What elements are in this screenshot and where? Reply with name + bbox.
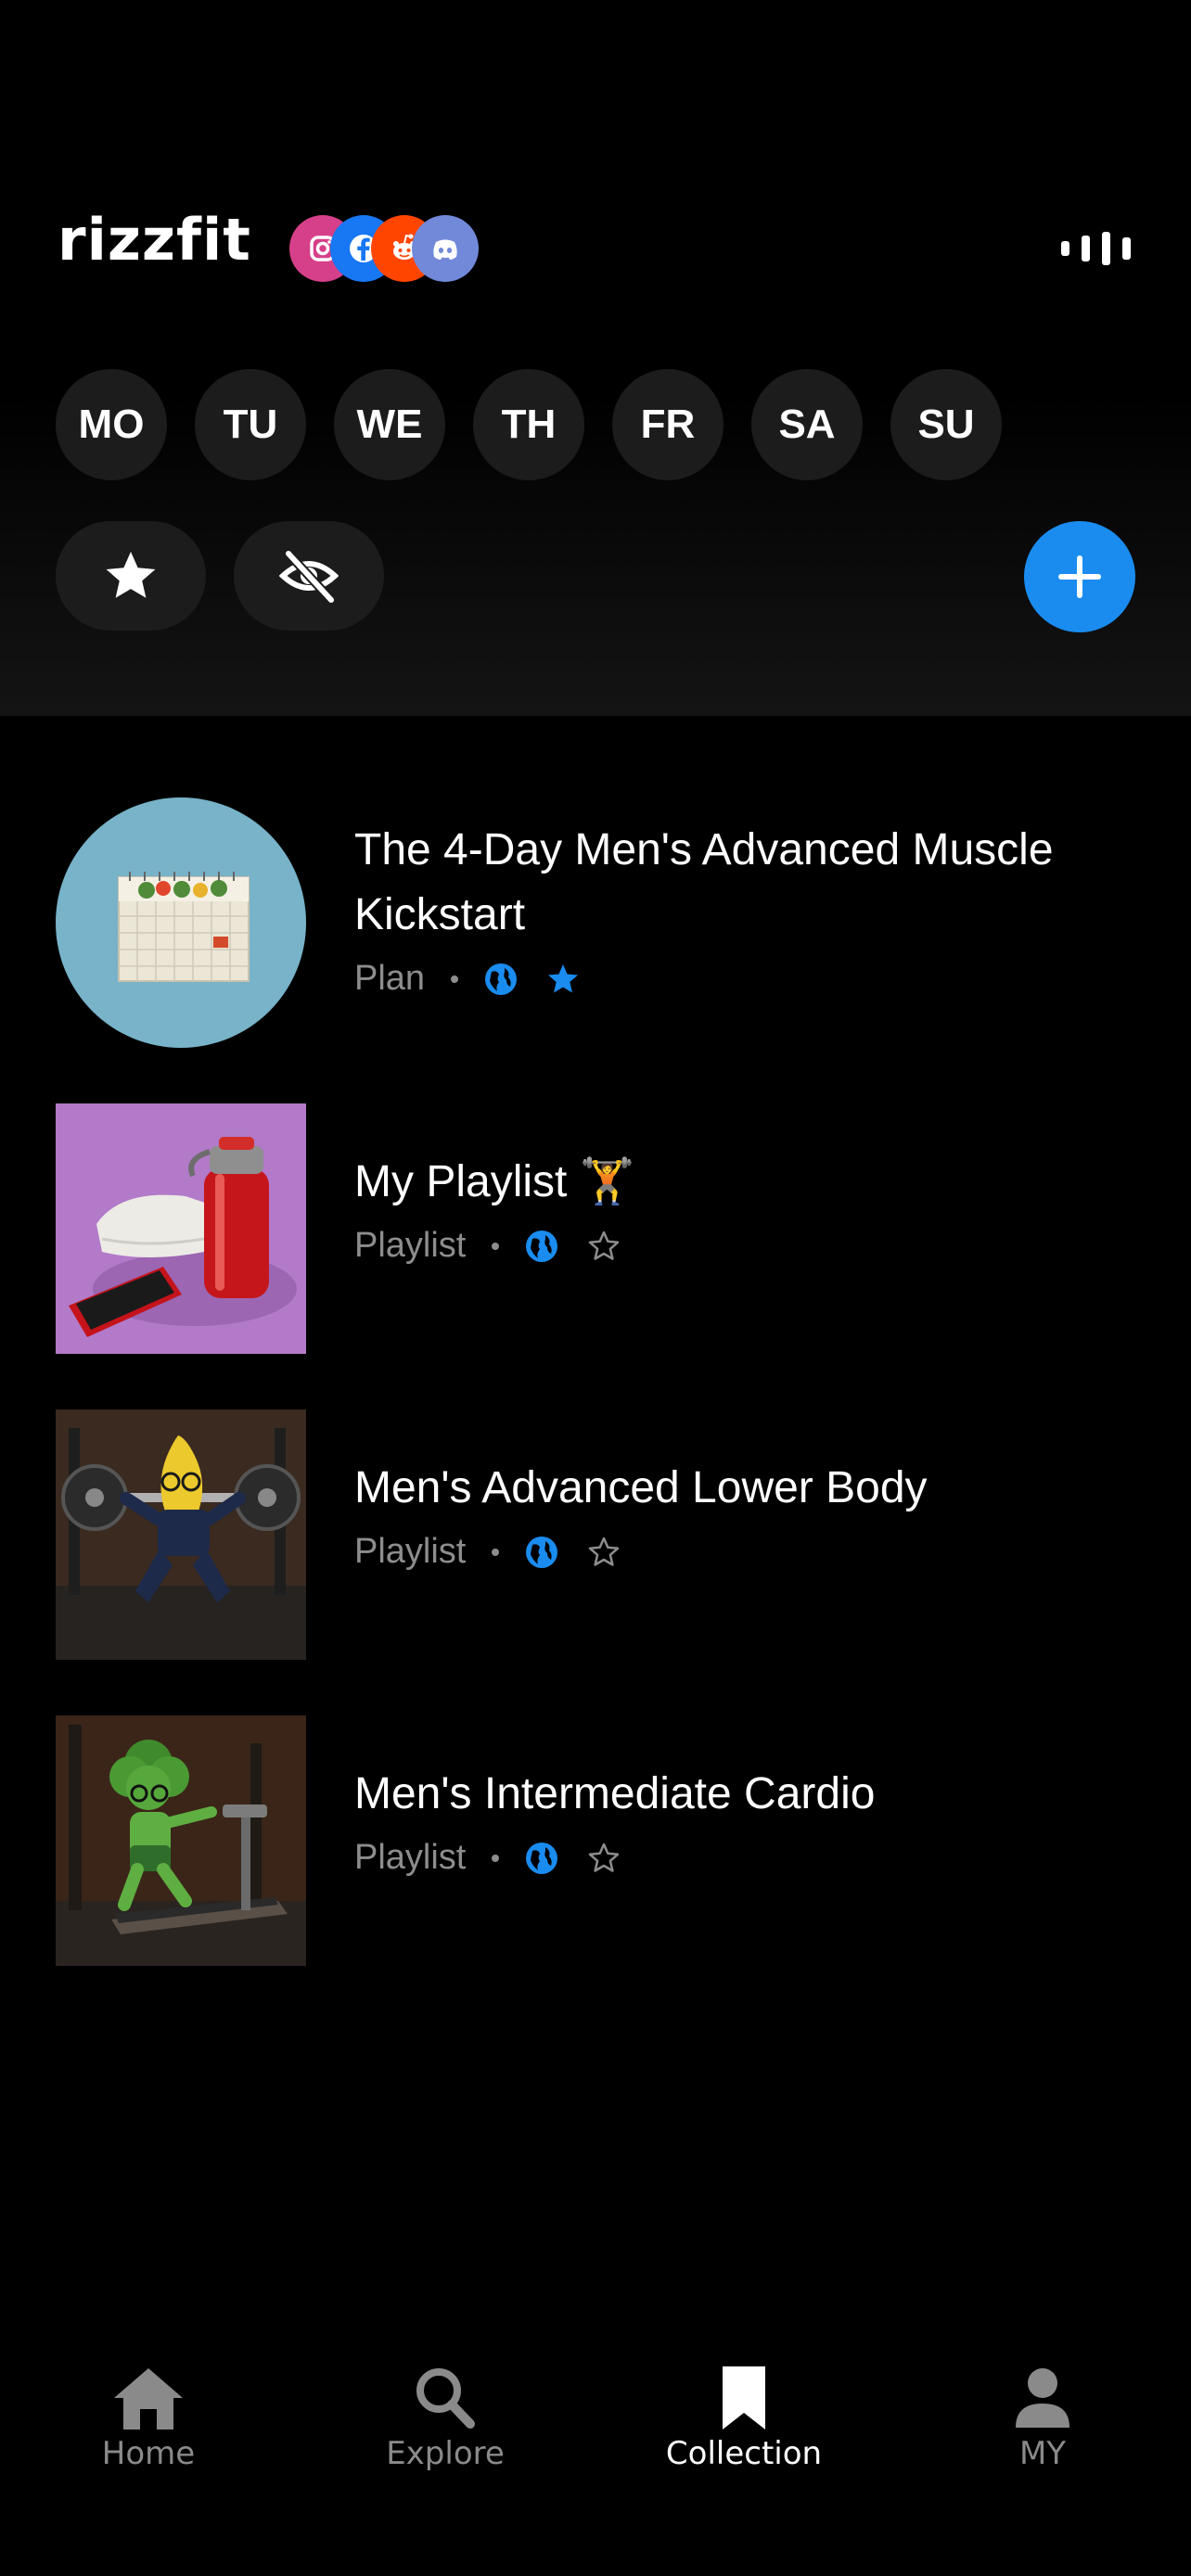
day-sa[interactable]: SA xyxy=(751,369,863,480)
item-title: Men's Intermediate Cardio xyxy=(354,1769,876,1818)
star-outline-icon[interactable] xyxy=(586,1535,621,1570)
separator-dot xyxy=(492,1548,500,1556)
globe-icon xyxy=(526,1842,558,1874)
list-item[interactable]: My Playlist 🏋️ Playlist xyxy=(0,1103,1191,1354)
item-title: The 4-Day Men's Advanced Muscle Kickstar… xyxy=(354,825,1054,939)
water-bottle-thumbnail xyxy=(56,1103,306,1354)
tab-home[interactable]: Home xyxy=(37,2365,260,2504)
tab-label: Explore xyxy=(386,2435,505,2472)
star-outline-icon[interactable] xyxy=(586,1229,621,1264)
day-we[interactable]: WE xyxy=(334,369,445,480)
item-type: Playlist xyxy=(354,1532,467,1571)
item-meta: Playlist xyxy=(354,1838,1154,1878)
day-th[interactable]: TH xyxy=(473,369,584,480)
social-links xyxy=(289,215,493,282)
star-outline-icon[interactable] xyxy=(586,1841,621,1876)
day-su[interactable]: SU xyxy=(890,369,1002,480)
list-item[interactable]: The 4-Day Men's Advanced Muscle Kickstar… xyxy=(0,797,1191,1048)
item-info: My Playlist 🏋️ Playlist xyxy=(354,1150,1154,1266)
plus-icon xyxy=(1058,555,1101,598)
star-icon xyxy=(106,552,156,598)
tab-label: Collection xyxy=(665,2435,823,2472)
star-icon[interactable] xyxy=(545,962,581,997)
list-item[interactable]: Men's Intermediate Cardio Playlist xyxy=(0,1715,1191,1966)
tab-label: Home xyxy=(101,2435,196,2472)
day-fr[interactable]: FR xyxy=(612,369,724,480)
tab-explore[interactable]: Explore xyxy=(334,2365,557,2504)
discord-icon[interactable] xyxy=(412,215,479,282)
eye-off-icon xyxy=(279,550,339,604)
item-meta: Plan xyxy=(354,959,1154,999)
item-info: Men's Advanced Lower Body Playlist xyxy=(354,1456,1154,1572)
item-type: Plan xyxy=(354,959,426,998)
equalizer-menu-icon[interactable] xyxy=(1061,232,1132,265)
person-icon xyxy=(1016,2368,1069,2428)
header: rizzfit MO TU WE TH FR SA SU xyxy=(0,0,1191,716)
globe-icon xyxy=(485,963,518,995)
separator-dot xyxy=(451,975,459,983)
favorites-filter-button[interactable] xyxy=(56,521,206,631)
globe-icon xyxy=(526,1230,558,1262)
item-title: My Playlist 🏋️ xyxy=(354,1157,635,1206)
item-meta: Playlist xyxy=(354,1532,1154,1572)
add-button[interactable] xyxy=(1024,521,1135,632)
tab-collection[interactable]: Collection xyxy=(633,2365,855,2504)
item-meta: Playlist xyxy=(354,1226,1154,1266)
item-title: Men's Advanced Lower Body xyxy=(354,1463,928,1512)
day-tu[interactable]: TU xyxy=(195,369,306,480)
bookmark-icon xyxy=(723,2366,765,2429)
calendar-thumbnail xyxy=(56,797,306,1048)
banana-squat-thumbnail xyxy=(56,1409,306,1660)
day-mo[interactable]: MO xyxy=(56,369,167,480)
globe-icon xyxy=(526,1536,558,1568)
separator-dot xyxy=(492,1854,500,1862)
item-type: Playlist xyxy=(354,1226,467,1265)
list-item[interactable]: Men's Advanced Lower Body Playlist xyxy=(0,1409,1191,1660)
item-info: The 4-Day Men's Advanced Muscle Kickstar… xyxy=(354,818,1154,999)
search-icon xyxy=(416,2368,475,2429)
separator-dot xyxy=(492,1242,500,1250)
tab-label: MY xyxy=(1018,2435,1067,2472)
bottom-tab-bar: Home Explore Collection MY xyxy=(0,2337,1191,2576)
broccoli-treadmill-thumbnail xyxy=(56,1715,306,1966)
tab-my[interactable]: MY xyxy=(931,2365,1154,2504)
home-icon xyxy=(114,2368,183,2429)
item-info: Men's Intermediate Cardio Playlist xyxy=(354,1762,1154,1878)
item-type: Playlist xyxy=(354,1838,467,1877)
hidden-filter-button[interactable] xyxy=(234,521,384,631)
app-logo: rizzfit xyxy=(58,206,251,274)
